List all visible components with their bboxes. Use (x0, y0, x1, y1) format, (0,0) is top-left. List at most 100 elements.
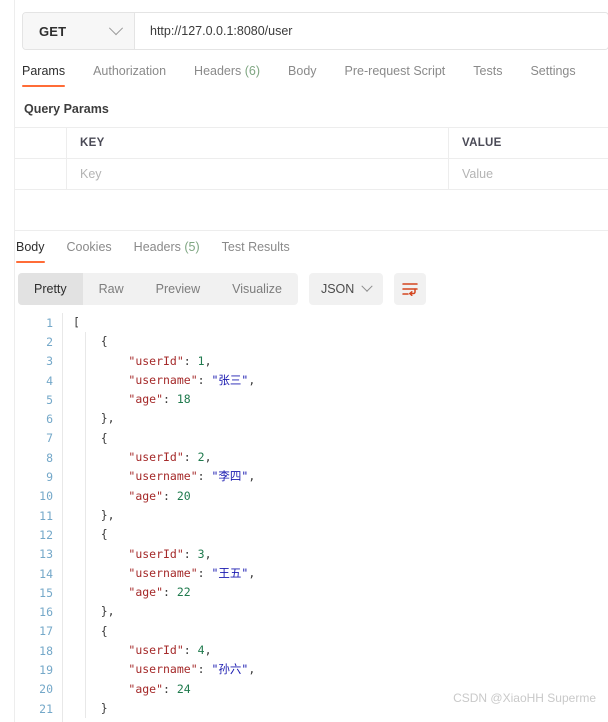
code-line-text: "username": "李四", (62, 467, 608, 487)
indent-guide (85, 698, 86, 719)
response-format-dropdown[interactable]: JSON (308, 273, 384, 305)
param-value-placeholder: Value (462, 167, 494, 181)
code-line: 18 "userId": 4, (15, 641, 608, 661)
code-line: 12 { (15, 525, 608, 545)
response-body-code[interactable]: 1[2 {3 "userId": 1, 4 "username": "张三", 5 … (15, 313, 608, 722)
code-token: 3 (197, 546, 205, 561)
tab-label: Settings (530, 64, 576, 78)
code-token: 4 (197, 643, 205, 658)
indent-guide (85, 679, 86, 699)
code-token: 2 (197, 450, 205, 465)
code-line-text: "age": 20 (62, 486, 608, 506)
code-line: 8 "userId": 2, (15, 448, 608, 468)
code-line-text: [ (62, 313, 608, 333)
request-tab-authorization[interactable]: Authorization (93, 64, 166, 87)
request-tab-tests[interactable]: Tests (473, 64, 502, 87)
code-token: "age" (128, 585, 164, 600)
indent-guide (85, 641, 86, 661)
request-tab-settings[interactable]: Settings (530, 64, 575, 87)
word-wrap-button[interactable] (394, 273, 427, 305)
request-tab-params[interactable]: Params (22, 64, 66, 87)
line-number: 2 (46, 334, 53, 349)
code-line-text: "username": "孙六", (62, 660, 608, 680)
header-checkbox-cell (15, 128, 67, 158)
column-header-value: VALUE (462, 137, 502, 149)
param-key-input[interactable]: Key (67, 159, 449, 189)
tab-label: Test Results (221, 240, 290, 254)
line-number: 1 (46, 315, 53, 330)
tab-label: Headers (133, 240, 181, 254)
code-token: }, (73, 411, 115, 426)
code-token: "张三" (211, 372, 249, 387)
line-number: 19 (39, 662, 53, 677)
request-tab-body[interactable]: Body (288, 64, 317, 87)
code-token: : (163, 392, 177, 407)
line-number: 17 (39, 624, 53, 639)
code-token: { (73, 527, 108, 542)
code-token: "username" (128, 662, 198, 677)
code-line-text: }, (62, 505, 608, 526)
code-line-text: "userId": 2, (62, 448, 608, 468)
indent-guide (85, 486, 86, 506)
view-mode-raw[interactable]: Raw (83, 273, 140, 305)
code-token: [ (73, 315, 80, 329)
indent-guide (85, 505, 86, 526)
table-header-row: KEY VALUE (15, 128, 608, 159)
indent-guide (85, 370, 86, 391)
request-url-input[interactable]: http://127.0.0.1:8080/user (135, 13, 608, 49)
code-token: : (197, 565, 212, 580)
code-line-text: { (62, 428, 608, 449)
code-line-text: { (62, 332, 608, 352)
code-line-text: { (62, 621, 608, 642)
code-line: 19 "username": "孙六", (15, 660, 608, 680)
code-line-text: "username": "王五", (62, 563, 608, 584)
code-token: "age" (128, 488, 164, 503)
indent-guide (85, 621, 86, 642)
code-token: "username" (128, 565, 198, 580)
response-tabs: Body Cookies Headers (5) Test Results (16, 240, 312, 263)
http-method-dropdown[interactable]: GET (23, 13, 135, 49)
watermark-text: CSDN @XiaoHH Superme (453, 691, 596, 705)
code-token: , (204, 546, 212, 561)
response-tab-test-results[interactable]: Test Results (222, 240, 290, 263)
code-token: : (163, 585, 177, 600)
view-mode-pretty[interactable]: Pretty (18, 273, 83, 305)
tab-label: Pre-request Script (344, 64, 446, 78)
code-token: , (204, 450, 212, 465)
row-checkbox-cell[interactable] (15, 159, 67, 189)
http-method-label: GET (39, 23, 67, 39)
indent-guide (85, 583, 86, 603)
tab-label: Authorization (93, 64, 167, 78)
tab-label: Body (16, 240, 45, 254)
response-tab-headers[interactable]: Headers (5) (134, 240, 200, 263)
code-line-text: "userId": 4, (62, 641, 608, 661)
code-token: "李四" (211, 469, 249, 484)
code-token: "孙六" (211, 662, 249, 677)
param-value-input[interactable]: Value (449, 159, 608, 189)
response-tab-body[interactable]: Body (16, 240, 45, 263)
code-token: : (183, 450, 198, 465)
indent-guide (85, 448, 86, 468)
tab-count-badge: (5) (180, 240, 200, 254)
indent-guide (85, 332, 86, 352)
line-number: 12 (39, 527, 53, 542)
indent-guide (85, 544, 86, 564)
section-divider (15, 230, 608, 231)
code-token: : (197, 372, 212, 387)
response-tab-cookies[interactable]: Cookies (67, 240, 112, 263)
request-tab-headers[interactable]: Headers (6) (194, 64, 260, 87)
code-line: 5 "age": 18 (15, 390, 608, 410)
code-line: 6 }, (15, 409, 608, 429)
line-number: 5 (46, 392, 53, 407)
line-number: 18 (39, 643, 53, 658)
code-token: : (163, 681, 177, 696)
code-token: 24 (176, 681, 191, 696)
code-token: : (183, 643, 198, 658)
code-line: 13 "userId": 3, (15, 544, 608, 564)
view-mode-visualize[interactable]: Visualize (216, 273, 298, 305)
view-mode-preview[interactable]: Preview (140, 273, 216, 305)
request-tab-pre-request-script[interactable]: Pre-request Script (345, 64, 446, 87)
